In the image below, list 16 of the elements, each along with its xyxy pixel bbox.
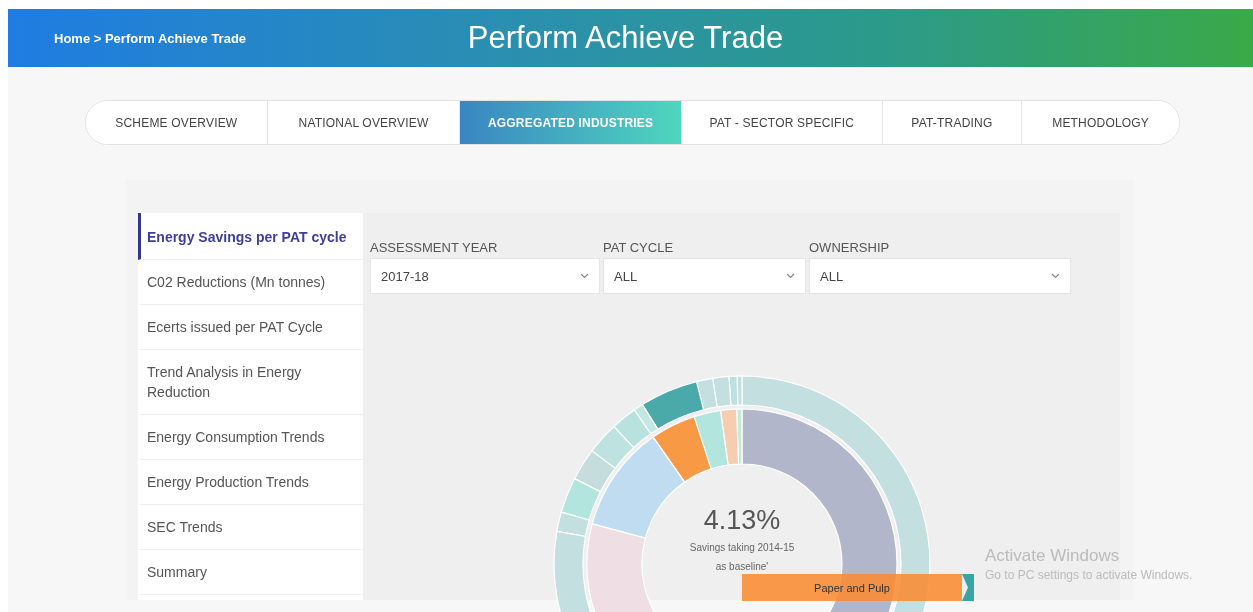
page-title: Perform Achieve Trade [467, 20, 784, 55]
filter-label: ASSESSMENT YEAR [370, 240, 499, 255]
tooltip-pointer-icon [962, 574, 974, 601]
dropdown[interactable]: ALL [603, 258, 806, 294]
chevron-down-icon [786, 273, 795, 279]
dropdown[interactable]: ALL [809, 258, 1071, 294]
nav-tab[interactable]: SCHEME OVERVIEW [86, 101, 268, 144]
center-value: 4.13% [703, 505, 781, 536]
filter-label: OWNERSHIP [809, 240, 891, 255]
filter-label: PAT CYCLE [603, 240, 675, 255]
chevron-down-icon [580, 273, 589, 279]
chevron-down-icon [1051, 273, 1060, 279]
chart-tooltip: Paper and Pulp [742, 574, 962, 601]
breadcrumb[interactable]: Home > Perform Achieve Trade [54, 30, 247, 46]
dropdown[interactable]: 2017-18 [370, 258, 600, 294]
center-caption: Savings taking 2014-15 as baseline' [688, 541, 796, 574]
